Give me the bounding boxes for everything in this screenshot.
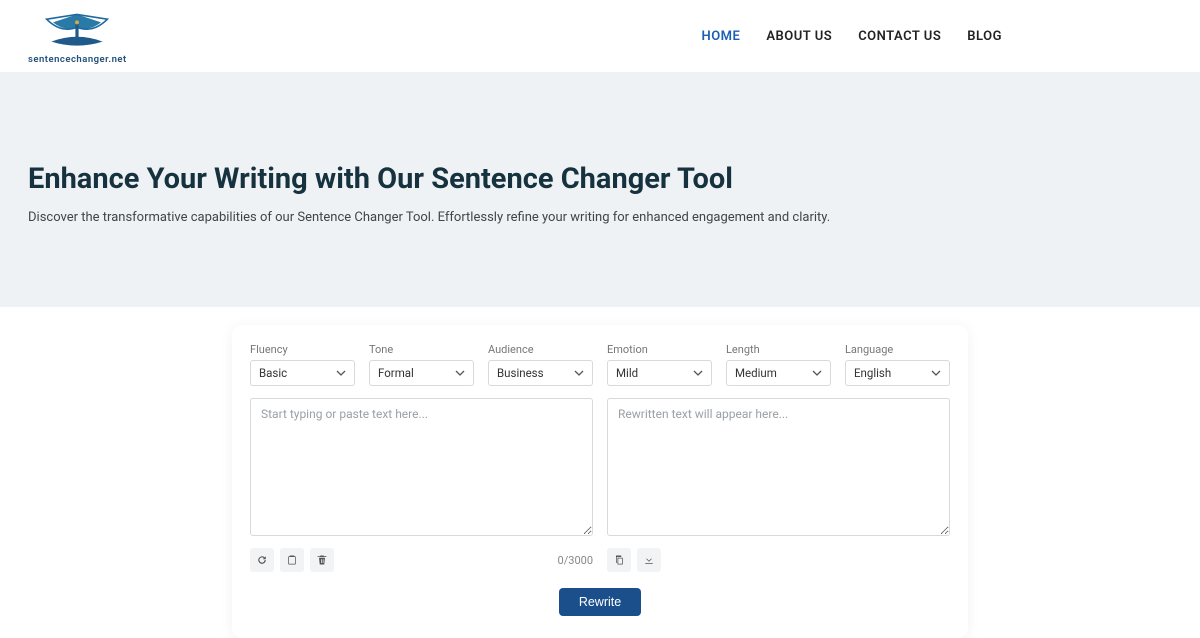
hero-section: Enhance Your Writing with Our Sentence C… bbox=[0, 72, 1200, 307]
nav-contact[interactable]: CONTACT US bbox=[858, 29, 941, 44]
nav-blog[interactable]: BLOG bbox=[967, 29, 1002, 44]
emotion-select[interactable]: Mild bbox=[607, 360, 712, 386]
refresh-button[interactable] bbox=[250, 548, 274, 572]
output-textarea[interactable] bbox=[607, 398, 950, 536]
audience-label: Audience bbox=[488, 343, 593, 356]
download-icon bbox=[643, 554, 655, 566]
page-title: Enhance Your Writing with Our Sentence C… bbox=[28, 162, 1172, 196]
logo[interactable]: sentencechanger.net bbox=[28, 8, 127, 65]
fluency-select[interactable]: Basic bbox=[250, 360, 355, 386]
trash-icon bbox=[316, 554, 328, 566]
chevron-down-icon bbox=[931, 368, 941, 378]
chevron-down-icon bbox=[574, 368, 584, 378]
tool-card: Fluency Basic Tone Formal bbox=[232, 325, 968, 638]
logo-text: sentencechanger.net bbox=[28, 54, 127, 65]
main-nav: HOME ABOUT US CONTACT US BLOG bbox=[702, 29, 1173, 44]
page-subtitle: Discover the transformative capabilities… bbox=[28, 210, 1172, 225]
emotion-label: Emotion bbox=[607, 343, 712, 356]
language-select[interactable]: English bbox=[845, 360, 950, 386]
chevron-down-icon bbox=[693, 368, 703, 378]
rewrite-button[interactable]: Rewrite bbox=[559, 588, 641, 616]
refresh-icon bbox=[256, 554, 268, 566]
tone-select[interactable]: Formal bbox=[369, 360, 474, 386]
download-button[interactable] bbox=[637, 548, 661, 572]
tone-label: Tone bbox=[369, 343, 474, 356]
chevron-down-icon bbox=[455, 368, 465, 378]
options-row: Fluency Basic Tone Formal bbox=[250, 343, 950, 386]
input-textarea[interactable] bbox=[250, 398, 593, 536]
paste-icon bbox=[286, 554, 298, 566]
logo-icon bbox=[37, 8, 117, 56]
nav-about[interactable]: ABOUT US bbox=[766, 29, 832, 44]
chevron-down-icon bbox=[336, 368, 346, 378]
fluency-label: Fluency bbox=[250, 343, 355, 356]
length-label: Length bbox=[726, 343, 831, 356]
length-select[interactable]: Medium bbox=[726, 360, 831, 386]
language-label: Language bbox=[845, 343, 950, 356]
chevron-down-icon bbox=[812, 368, 822, 378]
char-counter: 0/3000 bbox=[558, 554, 593, 567]
clear-button[interactable] bbox=[310, 548, 334, 572]
copy-icon bbox=[613, 554, 625, 566]
copy-button[interactable] bbox=[607, 548, 631, 572]
site-header: sentencechanger.net HOME ABOUT US CONTAC… bbox=[0, 0, 1200, 72]
audience-select[interactable]: Business bbox=[488, 360, 593, 386]
nav-home[interactable]: HOME bbox=[702, 29, 741, 44]
paste-button[interactable] bbox=[280, 548, 304, 572]
